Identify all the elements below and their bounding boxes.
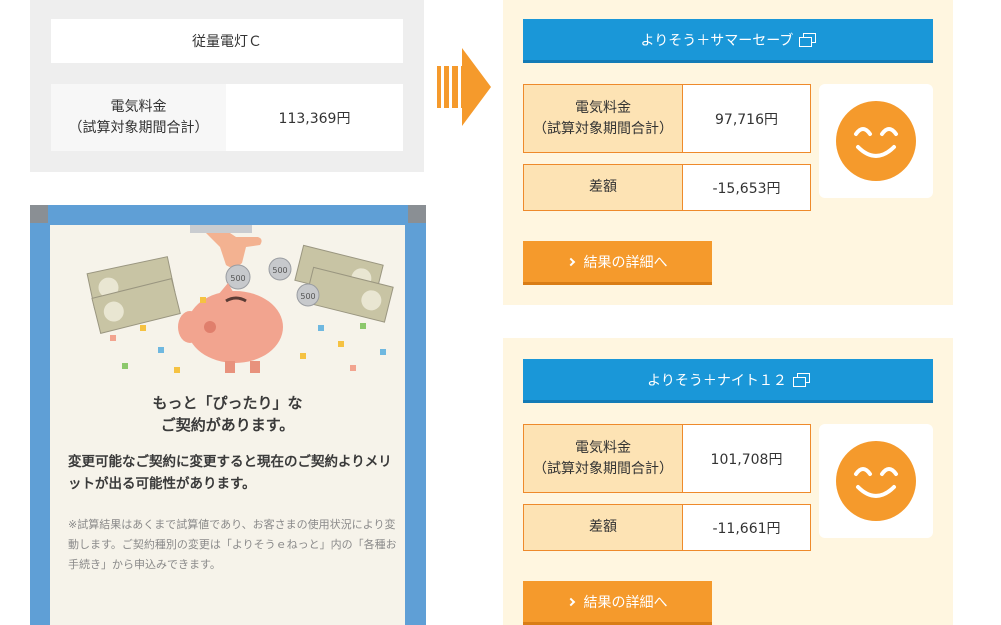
- current-plan-fee-row: 電気料金 （試算対象期間合計） 113,369円: [51, 84, 403, 151]
- result-detail-button[interactable]: 結果の詳細へ: [523, 581, 712, 625]
- plan-diff-label: 差額: [524, 165, 683, 210]
- plan-diff-row: 差額 -11,661円: [523, 504, 811, 551]
- smiley-face-icon: [836, 441, 916, 521]
- promo-paper: 500 500 500 もっと「ぴったり」な ご契約があります。 変更可能なご契…: [50, 225, 405, 625]
- result-detail-label: 結果の詳細へ: [583, 594, 668, 611]
- piggy-bank-illustration: 500 500 500: [86, 225, 394, 373]
- plan-fee-row: 電気料金 （試算対象期間合計） 101,708円: [523, 424, 811, 493]
- new-window-icon: [799, 33, 817, 47]
- promo-title-line-1: もっと「ぴったり」な: [152, 394, 303, 412]
- frame-corner: [408, 205, 426, 223]
- promo-title: もっと「ぴったり」な ご契約があります。: [50, 392, 405, 436]
- plan-name-button[interactable]: よりそう＋ナイト１２: [523, 359, 933, 403]
- smiley-box: [819, 424, 933, 538]
- promo-body: 変更可能なご契約に変更すると現在のご契約よりメリットが出る可能性があります。: [68, 454, 392, 492]
- current-plan-panel: 従量電灯Ｃ 電気料金 （試算対象期間合計） 113,369円: [30, 0, 424, 172]
- new-window-icon: [792, 373, 810, 387]
- result-detail-button[interactable]: 結果の詳細へ: [523, 241, 712, 285]
- current-plan-fee-value: 113,369円: [226, 84, 403, 151]
- plan-card-summer-save: よりそう＋サマーセーブ 電気料金 （試算対象期間合計） 97,716円 差額 -…: [503, 0, 953, 305]
- smiley-box: [819, 84, 933, 198]
- fee-label-line-2: （試算対象期間合計）: [533, 120, 673, 137]
- plan-card-night-12: よりそう＋ナイト１２ 電気料金 （試算対象期間合計） 101,708円 差額 -…: [503, 338, 953, 625]
- plan-name-button[interactable]: よりそう＋サマーセーブ: [523, 19, 933, 63]
- fee-label-line-2: （試算対象期間合計）: [533, 460, 673, 477]
- fee-label-line-1: 電気料金: [575, 439, 631, 456]
- current-plan-fee-label: 電気料金 （試算対象期間合計）: [51, 84, 226, 151]
- chevron-right-icon: [566, 597, 575, 606]
- frame-corner: [30, 205, 48, 223]
- plan-fee-value: 101,708円: [683, 425, 810, 492]
- plan-fee-row: 電気料金 （試算対象期間合計） 97,716円: [523, 84, 811, 153]
- coin-label: 500: [230, 274, 245, 283]
- result-detail-label: 結果の詳細へ: [583, 254, 668, 271]
- plan-diff-value: -15,653円: [683, 165, 810, 210]
- plan-fee-value: 97,716円: [683, 85, 810, 152]
- plan-fee-label: 電気料金 （試算対象期間合計）: [524, 425, 683, 492]
- plan-fee-label: 電気料金 （試算対象期間合計）: [524, 85, 683, 152]
- coin-label: 500: [272, 266, 287, 275]
- current-plan-name: 従量電灯Ｃ: [51, 19, 403, 63]
- smiley-face-icon: [836, 101, 916, 181]
- plan-diff-value: -11,661円: [683, 505, 810, 550]
- fee-label-line-2: （試算対象期間合計）: [68, 119, 209, 136]
- plan-diff-label: 差額: [524, 505, 683, 550]
- plan-diff-row: 差額 -15,653円: [523, 164, 811, 211]
- right-arrow-icon: [437, 48, 491, 126]
- chevron-right-icon: [566, 257, 575, 266]
- promo-note: ※試算結果はあくまで試算値であり、お客さまの使用状況により変動します。ご契約種別…: [68, 518, 397, 571]
- coin-label: 500: [300, 292, 315, 301]
- promo-card: 500 500 500 もっと「ぴったり」な ご契約があります。 変更可能なご契…: [30, 205, 426, 625]
- plan-name-label: よりそう＋サマーセーブ: [640, 32, 794, 49]
- fee-label-line-1: 電気料金: [110, 98, 167, 115]
- fee-label-line-1: 電気料金: [575, 99, 631, 116]
- promo-title-line-2: ご契約があります。: [160, 416, 295, 434]
- plan-name-label: よりそう＋ナイト１２: [647, 372, 787, 389]
